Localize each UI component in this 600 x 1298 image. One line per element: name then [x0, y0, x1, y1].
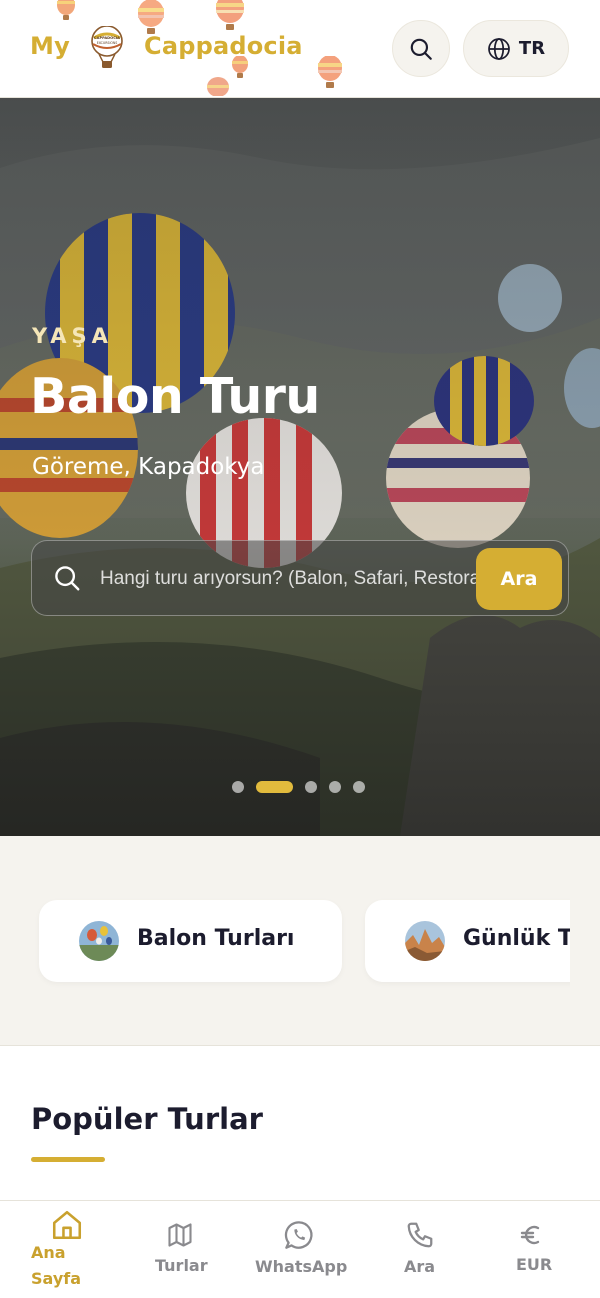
logo-word-cappadocia: Cappadocia: [144, 32, 303, 60]
mini-balloon-icon: [232, 56, 248, 78]
map-icon: [168, 1223, 192, 1247]
mini-balloon-icon: [207, 77, 229, 96]
whatsapp-icon: [284, 1221, 313, 1249]
carousel-dot-active[interactable]: [256, 781, 293, 793]
popular-tours-heading: Popüler Turlar: [31, 1102, 263, 1136]
category-label: Günlük Turlar: [463, 926, 570, 951]
logo-emblem-icon: CAPPADOCIA EXCURSIONS: [91, 26, 123, 68]
nav-item-currency[interactable]: EUR: [490, 1201, 574, 1298]
search-icon: [55, 566, 80, 591]
nav-label-call: Ara: [404, 1257, 436, 1276]
mini-balloon-icon: [138, 0, 164, 34]
balloon-thumb-icon: [79, 921, 119, 961]
nav-item-tours[interactable]: Turlar: [130, 1201, 230, 1298]
mini-balloon-icon: [216, 0, 244, 30]
mini-balloon-icon: [57, 0, 75, 20]
carousel-indicators: [232, 781, 365, 793]
category-card-daily-tours[interactable]: Günlük Turlar: [365, 900, 570, 982]
carousel-dot[interactable]: [329, 781, 341, 793]
nav-label-home-line1: Ana: [31, 1243, 66, 1262]
header-search-button[interactable]: [392, 20, 450, 77]
hero-slider[interactable]: YAŞA Balon Turu Göreme, Kapadokya Ara: [0, 98, 600, 836]
category-strip: Balon Turları Günlük Turlar: [0, 836, 600, 1046]
svg-text:EXCURSIONS: EXCURSIONS: [97, 41, 118, 45]
category-label: Balon Turları: [137, 926, 295, 951]
top-header: My Cappadocia CAPPADOCIA EXCURSIONS TR: [0, 0, 600, 98]
nav-item-whatsapp[interactable]: WhatsApp: [245, 1201, 355, 1298]
nav-label-tours: Turlar: [155, 1256, 208, 1275]
hero-search-bar: Ara: [31, 540, 569, 616]
mini-balloon-icon: [318, 56, 342, 88]
search-icon: [410, 38, 432, 60]
bottom-navigation: Ana Sayfa Turlar WhatsApp Ara EUR: [0, 1200, 600, 1298]
phone-icon: [407, 1222, 433, 1248]
carousel-dot[interactable]: [353, 781, 365, 793]
logo-word-my: My: [30, 32, 70, 60]
nav-label-home-line2: Sayfa: [31, 1269, 82, 1288]
carousel-dot[interactable]: [232, 781, 244, 793]
daily-tour-thumb-icon: [405, 921, 445, 961]
brand-logo[interactable]: My Cappadocia CAPPADOCIA EXCURSIONS: [30, 0, 350, 98]
search-submit-button[interactable]: Ara: [476, 548, 562, 610]
hero-title: Balon Turu: [30, 368, 320, 425]
category-card-balloon-tours[interactable]: Balon Turları: [39, 900, 342, 982]
home-icon: [52, 1210, 82, 1240]
hero-eyebrow: YAŞA: [32, 324, 113, 348]
carousel-dot[interactable]: [305, 781, 317, 793]
globe-icon: [488, 37, 510, 60]
svg-text:CAPPADOCIA: CAPPADOCIA: [94, 36, 120, 40]
language-selector[interactable]: TR: [463, 20, 569, 77]
nav-item-call[interactable]: Ara: [380, 1201, 460, 1298]
tour-search-input[interactable]: [100, 559, 502, 599]
hero-subtitle: Göreme, Kapadokya: [32, 454, 265, 480]
nav-label-currency: EUR: [516, 1255, 553, 1274]
heading-underline: [31, 1157, 105, 1162]
nav-item-home[interactable]: Ana Sayfa: [10, 1201, 120, 1298]
nav-label-whatsapp: WhatsApp: [255, 1257, 348, 1276]
language-label: TR: [518, 38, 546, 59]
euro-icon: [520, 1225, 540, 1245]
category-scroller[interactable]: Balon Turları Günlük Turlar: [0, 836, 570, 1045]
